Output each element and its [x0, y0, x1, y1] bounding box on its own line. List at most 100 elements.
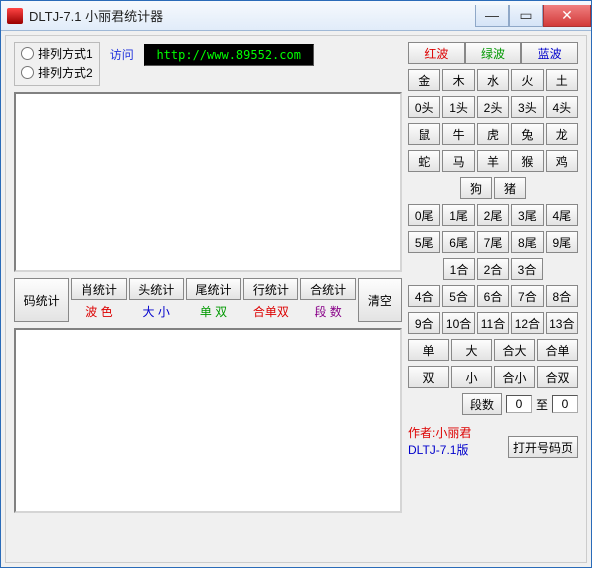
- visit-label: 访问: [110, 46, 134, 63]
- tail-button[interactable]: 8尾: [511, 231, 543, 253]
- element-button[interactable]: 土: [546, 69, 578, 91]
- stat-xiao-button[interactable]: 肖统计: [71, 278, 126, 300]
- heads-row: 0头 1头 2头 3头 4头: [408, 96, 578, 118]
- sub-odd-even[interactable]: 单 双: [186, 301, 241, 321]
- maximize-button[interactable]: ▭: [509, 5, 543, 27]
- segment-to-label: 至: [536, 396, 548, 413]
- segment-to-input[interactable]: [552, 395, 578, 413]
- tail-button[interactable]: 5尾: [408, 231, 440, 253]
- stat-head-button[interactable]: 头统计: [129, 278, 184, 300]
- sub-segment[interactable]: 段 数: [300, 301, 355, 321]
- element-button[interactable]: 火: [511, 69, 543, 91]
- quad-button[interactable]: 小: [451, 366, 492, 388]
- zodiac-button[interactable]: 马: [442, 150, 474, 172]
- he-button[interactable]: 5合: [442, 285, 474, 307]
- he-button[interactable]: 8合: [546, 285, 578, 307]
- stat-tail-button[interactable]: 尾统计: [186, 278, 241, 300]
- he-button[interactable]: 1合: [443, 258, 475, 280]
- element-button[interactable]: 金: [408, 69, 440, 91]
- head-button[interactable]: 4头: [546, 96, 578, 118]
- arrangement-label-2: 排列方式2: [38, 64, 93, 81]
- he-button[interactable]: 11合: [477, 312, 509, 334]
- tails-row-1: 0尾 1尾 2尾 3尾 4尾: [408, 204, 578, 226]
- wave-row: 红波 绿波 蓝波: [408, 42, 578, 64]
- tail-button[interactable]: 7尾: [477, 231, 509, 253]
- arrangement-radio-2[interactable]: [21, 66, 34, 79]
- zodiac-button[interactable]: 蛇: [408, 150, 440, 172]
- stat-code-button[interactable]: 码统计: [14, 278, 69, 322]
- he-row-a: 1合 2合 3合: [408, 258, 578, 280]
- he-button[interactable]: 2合: [477, 258, 509, 280]
- zodiac-button[interactable]: 鸡: [546, 150, 578, 172]
- quad-button[interactable]: 合单: [537, 339, 578, 361]
- zodiac-button[interactable]: 狗: [460, 177, 492, 199]
- segment-button[interactable]: 段数: [462, 393, 502, 415]
- element-button[interactable]: 木: [442, 69, 474, 91]
- he-row-b: 4合 5合 6合 7合 8合: [408, 285, 578, 307]
- zodiac-row-2: 蛇 马 羊 猴 鸡: [408, 150, 578, 172]
- wave-green-button[interactable]: 绿波: [465, 42, 522, 64]
- author-line-2: DLTJ-7.1版: [408, 441, 471, 458]
- url-display[interactable]: http://www.89552.com: [144, 44, 314, 66]
- input-textarea-bottom[interactable]: [14, 328, 402, 513]
- arrangement-radio-1[interactable]: [21, 47, 34, 60]
- minimize-button[interactable]: —: [475, 5, 509, 27]
- he-button[interactable]: 6合: [477, 285, 509, 307]
- he-button[interactable]: 7合: [511, 285, 543, 307]
- sub-wave-color[interactable]: 波 色: [71, 301, 126, 321]
- author-block: 作者:小丽君 DLTJ-7.1版: [408, 424, 471, 458]
- he-button[interactable]: 4合: [408, 285, 440, 307]
- zodiac-button[interactable]: 兔: [511, 123, 543, 145]
- head-button[interactable]: 0头: [408, 96, 440, 118]
- stat-row-button[interactable]: 行统计: [243, 278, 298, 300]
- wave-red-button[interactable]: 红波: [408, 42, 465, 64]
- quad-button[interactable]: 单: [408, 339, 449, 361]
- arrangement-option-1[interactable]: 排列方式1: [21, 45, 93, 62]
- wave-blue-button[interactable]: 蓝波: [521, 42, 578, 64]
- content-area: 排列方式1 排列方式2 访问 http://www.89552.com 码统计 …: [5, 35, 587, 563]
- quad-button[interactable]: 大: [451, 339, 492, 361]
- sub-he-odd-even[interactable]: 合单双: [243, 301, 298, 321]
- zodiac-button[interactable]: 虎: [477, 123, 509, 145]
- clear-button[interactable]: 清空: [358, 278, 402, 322]
- he-button[interactable]: 9合: [408, 312, 440, 334]
- stat-he-button[interactable]: 合统计: [300, 278, 355, 300]
- zodiac-button[interactable]: 龙: [546, 123, 578, 145]
- quad-button[interactable]: 合双: [537, 366, 578, 388]
- zodiac-button[interactable]: 猪: [494, 177, 526, 199]
- he-button[interactable]: 10合: [442, 312, 474, 334]
- zodiac-row-3: 狗 猪: [408, 177, 578, 199]
- he-button[interactable]: 12合: [511, 312, 543, 334]
- tail-button[interactable]: 3尾: [511, 204, 543, 226]
- arrangement-label-1: 排列方式1: [38, 45, 93, 62]
- input-textarea-top[interactable]: [14, 92, 402, 272]
- zodiac-button[interactable]: 猴: [511, 150, 543, 172]
- tail-button[interactable]: 1尾: [442, 204, 474, 226]
- head-button[interactable]: 1头: [442, 96, 474, 118]
- tail-button[interactable]: 4尾: [546, 204, 578, 226]
- quad-button[interactable]: 双: [408, 366, 449, 388]
- arrangement-option-2[interactable]: 排列方式2: [21, 64, 93, 81]
- app-icon: [7, 8, 23, 24]
- tail-button[interactable]: 9尾: [546, 231, 578, 253]
- tail-button[interactable]: 2尾: [477, 204, 509, 226]
- zodiac-button[interactable]: 羊: [477, 150, 509, 172]
- he-button[interactable]: 13合: [546, 312, 578, 334]
- element-button[interactable]: 水: [477, 69, 509, 91]
- zodiac-button[interactable]: 牛: [442, 123, 474, 145]
- head-button[interactable]: 2头: [477, 96, 509, 118]
- close-button[interactable]: ✕: [543, 5, 591, 27]
- zodiac-button[interactable]: 鼠: [408, 123, 440, 145]
- quad-button[interactable]: 合大: [494, 339, 535, 361]
- tail-button[interactable]: 0尾: [408, 204, 440, 226]
- tail-button[interactable]: 6尾: [442, 231, 474, 253]
- he-button[interactable]: 3合: [511, 258, 543, 280]
- segment-row: 段数 至: [408, 393, 578, 415]
- stats-buttons-row: 码统计 肖统计波 色 头统计大 小 尾统计单 双 行统计合单双 合统计段 数 清…: [14, 278, 402, 322]
- head-button[interactable]: 3头: [511, 96, 543, 118]
- segment-from-input[interactable]: [506, 395, 532, 413]
- window-controls: — ▭ ✕: [475, 5, 591, 27]
- sub-big-small[interactable]: 大 小: [129, 301, 184, 321]
- open-codes-button[interactable]: 打开号码页: [508, 436, 578, 458]
- quad-button[interactable]: 合小: [494, 366, 535, 388]
